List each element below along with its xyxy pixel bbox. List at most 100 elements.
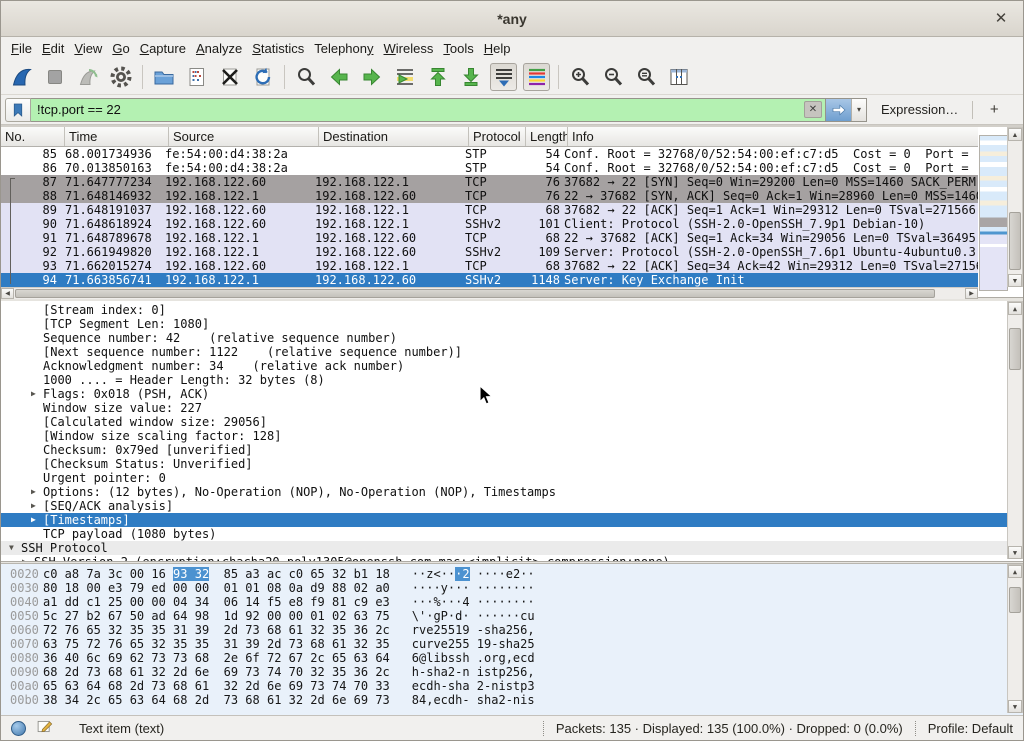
auto-scroll-icon[interactable] xyxy=(490,63,517,91)
go-to-packet-icon[interactable] xyxy=(391,63,418,91)
capture-comment-icon[interactable] xyxy=(36,718,53,738)
column-header-destination[interactable]: Destination xyxy=(319,127,469,146)
filter-clear-icon[interactable]: ✕ xyxy=(804,101,822,118)
packet-row[interactable]: 86 70.013850163 fe:54:00:d4:38:2a STP 54… xyxy=(1,161,978,175)
hex-row[interactable]: 00b0 38 34 2c 65 63 64 68 2d 73 68 61 32… xyxy=(1,693,1023,707)
add-filter-button[interactable]: + xyxy=(983,101,1005,118)
display-filter-input[interactable] xyxy=(31,99,804,121)
hex-row[interactable]: 0030 80 18 00 e3 79 ed 00 00 01 01 08 0a… xyxy=(1,581,1023,595)
menu-item[interactable]: Statistics xyxy=(247,39,309,58)
scroll-down-icon[interactable]: ▼ xyxy=(1008,546,1022,559)
packet-row[interactable]: 85 68.001734936 fe:54:00:d4:38:2a STP 54… xyxy=(1,147,978,161)
scroll-right-icon[interactable]: ▶ xyxy=(965,288,978,299)
zoom-in-icon[interactable] xyxy=(566,63,593,91)
packet-row[interactable]: 92 71.661949820 192.168.122.1 192.168.12… xyxy=(1,245,978,259)
packet-row[interactable]: 89 71.648191037 192.168.122.60 192.168.1… xyxy=(1,203,978,217)
packet-row[interactable]: 87 71.647777234 192.168.122.60 192.168.1… xyxy=(1,175,978,189)
filter-bookmark-icon[interactable] xyxy=(5,98,31,122)
expander-icon[interactable] xyxy=(29,359,43,373)
menu-item[interactable]: Edit xyxy=(37,39,69,58)
hex-row[interactable]: 00a0 65 63 64 68 2d 73 68 61 32 2d 6e 69… xyxy=(1,679,1023,693)
expander-icon[interactable] xyxy=(29,373,43,387)
expander-icon[interactable]: ▶ xyxy=(29,513,43,527)
reload-file-icon[interactable] xyxy=(249,63,276,91)
column-header-protocol[interactable]: Protocol xyxy=(469,127,526,146)
colorize-packets-icon[interactable] xyxy=(523,63,550,91)
detail-line[interactable]: Sequence number: 42 (relative sequence n… xyxy=(1,331,1023,345)
packet-row[interactable]: 90 71.648618924 192.168.122.60 192.168.1… xyxy=(1,217,978,231)
menu-item[interactable]: Capture xyxy=(135,39,191,58)
start-capture-icon[interactable] xyxy=(8,63,35,91)
expression-button[interactable]: Expression… xyxy=(881,102,958,117)
filter-dropdown-icon[interactable]: ▾ xyxy=(851,99,866,121)
detail-line[interactable]: Urgent pointer: 0 xyxy=(1,471,1023,485)
expander-icon[interactable] xyxy=(29,331,43,345)
menu-item[interactable]: File xyxy=(6,39,37,58)
menu-item[interactable]: Help xyxy=(479,39,516,58)
expander-icon[interactable] xyxy=(29,303,43,317)
hex-row[interactable]: 0020 c0 a8 7a 3c 00 16 93 32 85 a3 ac c0… xyxy=(1,567,1023,581)
detail-line[interactable]: ▶Options: (12 bytes), No-Operation (NOP)… xyxy=(1,485,1023,499)
expander-icon[interactable] xyxy=(29,443,43,457)
scroll-up-icon[interactable]: ▲ xyxy=(1008,302,1022,315)
hex-row[interactable]: 0080 36 40 6c 69 62 73 73 68 2e 6f 72 67… xyxy=(1,651,1023,665)
expander-icon[interactable]: ▶ xyxy=(29,485,43,499)
zoom-original-icon[interactable] xyxy=(632,63,659,91)
expander-icon[interactable] xyxy=(29,401,43,415)
restart-capture-icon[interactable] xyxy=(74,63,101,91)
packet-row[interactable]: 93 71.662015274 192.168.122.60 192.168.1… xyxy=(1,259,978,273)
column-header-source[interactable]: Source xyxy=(169,127,319,146)
packet-row[interactable]: 91 71.648789678 192.168.122.1 192.168.12… xyxy=(1,231,978,245)
hex-row[interactable]: 0040 a1 dd c1 25 00 00 04 34 06 14 f5 e8… xyxy=(1,595,1023,609)
vscroll-thumb[interactable] xyxy=(1009,328,1021,370)
close-window-icon[interactable]: ✕ xyxy=(991,9,1011,29)
hex-row[interactable]: 0070 63 75 72 76 65 32 35 35 31 39 2d 73… xyxy=(1,637,1023,651)
find-packet-icon[interactable] xyxy=(292,63,319,91)
go-first-packet-icon[interactable] xyxy=(424,63,451,91)
capture-options-icon[interactable] xyxy=(107,63,134,91)
scroll-down-icon[interactable]: ▼ xyxy=(1008,700,1022,713)
expander-icon[interactable]: ▶ xyxy=(20,555,34,561)
menu-item[interactable]: Telephony xyxy=(309,39,378,58)
menu-item[interactable]: Tools xyxy=(438,39,478,58)
close-file-icon[interactable] xyxy=(216,63,243,91)
menu-item[interactable]: Go xyxy=(107,39,134,58)
vscroll-thumb[interactable] xyxy=(1009,212,1021,270)
scroll-down-icon[interactable]: ▼ xyxy=(1008,274,1022,287)
menu-item[interactable]: Wireless xyxy=(379,39,439,58)
expander-icon[interactable] xyxy=(29,415,43,429)
detail-line[interactable]: Checksum: 0x79ed [unverified] xyxy=(1,443,1023,457)
detail-line[interactable]: ▶Flags: 0x018 (PSH, ACK) xyxy=(1,387,1023,401)
hex-row[interactable]: 0090 68 2d 73 68 61 32 2d 6e 69 73 74 70… xyxy=(1,665,1023,679)
detail-line[interactable]: Window size value: 227 xyxy=(1,401,1023,415)
detail-line[interactable]: [TCP Segment Len: 1080] xyxy=(1,317,1023,331)
detail-line[interactable]: [Window size scaling factor: 128] xyxy=(1,429,1023,443)
column-header-time[interactable]: Time xyxy=(65,127,169,146)
column-header-length[interactable]: Length xyxy=(526,127,568,146)
filter-apply-icon[interactable] xyxy=(825,99,851,121)
hscroll-thumb[interactable] xyxy=(15,289,935,298)
scroll-left-icon[interactable]: ◀ xyxy=(1,288,14,299)
expander-icon[interactable] xyxy=(29,345,43,359)
expander-icon[interactable]: ▶ xyxy=(29,387,43,401)
go-back-icon[interactable] xyxy=(325,63,352,91)
stop-capture-icon[interactable] xyxy=(41,63,68,91)
save-file-icon[interactable] xyxy=(183,63,210,91)
bytes-vscrollbar[interactable]: ▲ ▼ xyxy=(1007,564,1023,713)
detail-line[interactable]: Acknowledgment number: 34 (relative ack … xyxy=(1,359,1023,373)
column-header-no[interactable]: No. xyxy=(1,127,65,146)
expander-icon[interactable] xyxy=(29,457,43,471)
menu-item[interactable]: View xyxy=(69,39,107,58)
detail-line[interactable]: ▶[SEQ/ACK analysis] xyxy=(1,499,1023,513)
packet-list-hscrollbar[interactable]: ◀ ▶ xyxy=(1,287,978,299)
expander-icon[interactable]: ▼ xyxy=(7,541,21,555)
menu-item[interactable]: Analyze xyxy=(191,39,247,58)
hex-row[interactable]: 0060 72 76 65 32 35 35 31 39 2d 73 68 61… xyxy=(1,623,1023,637)
detail-line[interactable]: [Calculated window size: 29056] xyxy=(1,415,1023,429)
titlebar[interactable]: *any ✕ xyxy=(1,1,1023,37)
detail-line[interactable]: [Next sequence number: 1122 (relative se… xyxy=(1,345,1023,359)
expander-icon[interactable] xyxy=(29,471,43,485)
intelligent-scrollbar-minimap[interactable] xyxy=(979,135,1008,291)
go-forward-icon[interactable] xyxy=(358,63,385,91)
detail-line[interactable]: TCP payload (1080 bytes) xyxy=(1,527,1023,541)
